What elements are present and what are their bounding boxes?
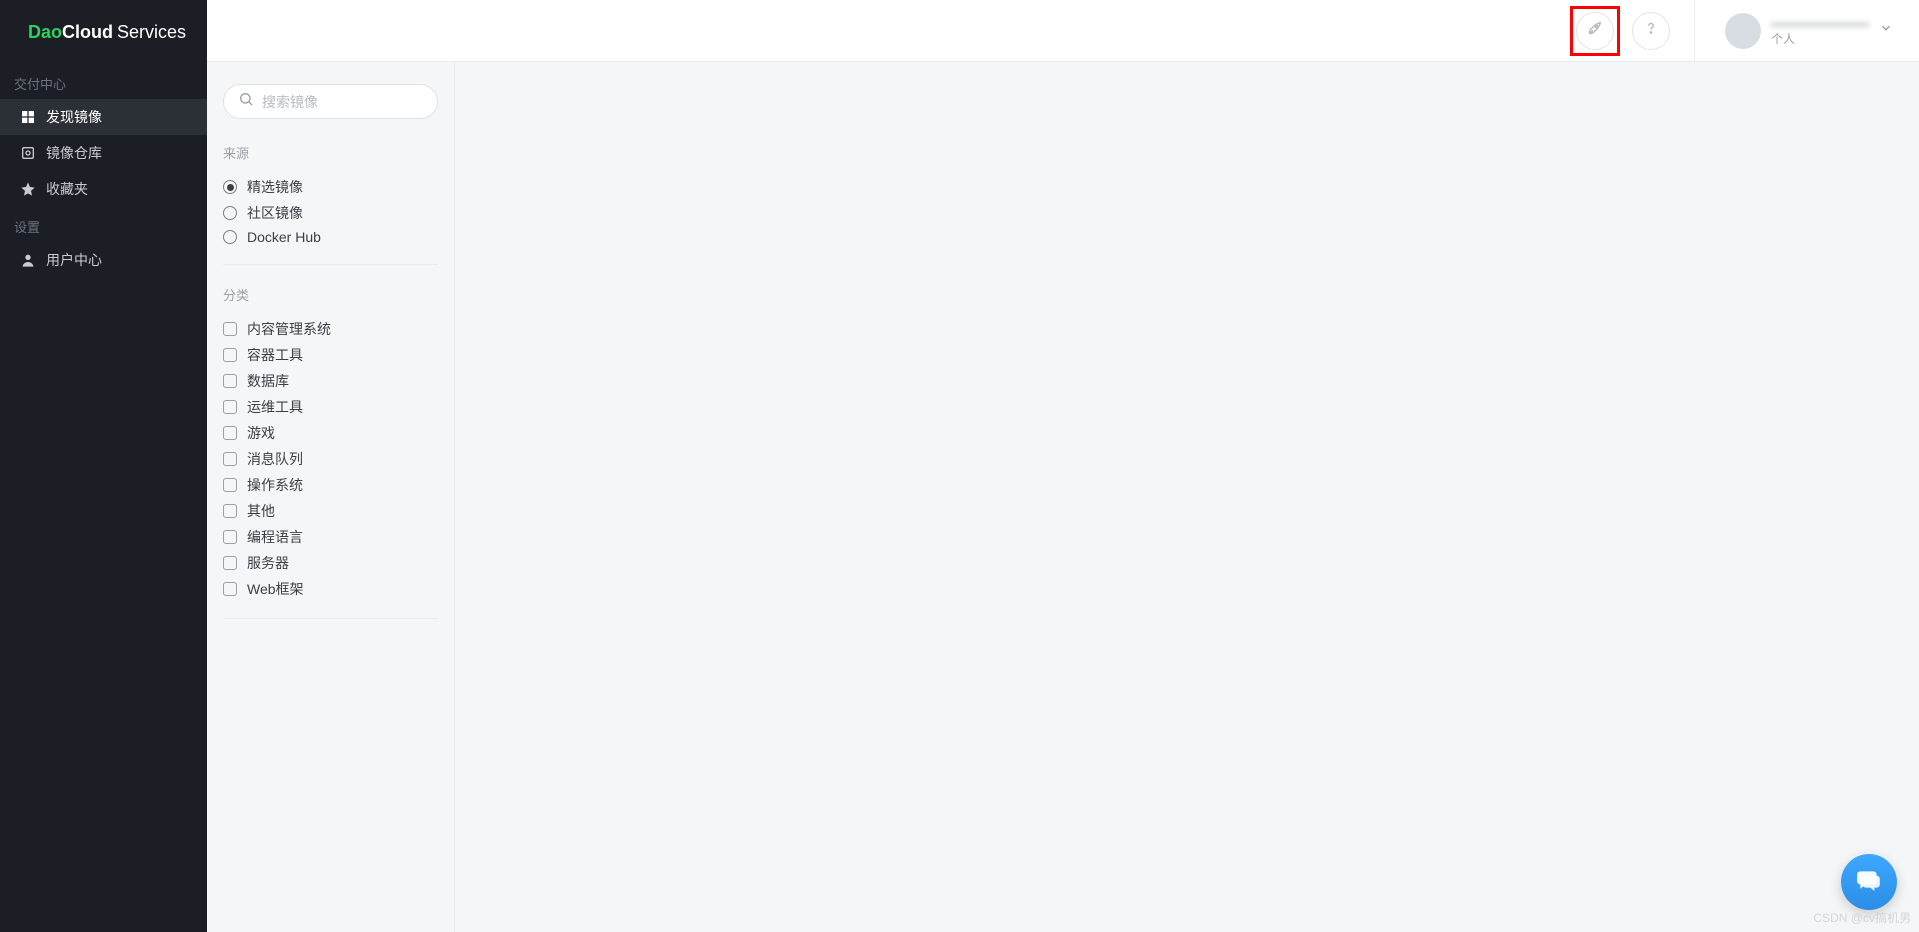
checkbox-icon — [223, 478, 237, 492]
category-option-label: 容器工具 — [247, 345, 303, 365]
avatar — [1725, 13, 1761, 49]
checkbox-icon — [223, 582, 237, 596]
sidebar-item-0-1[interactable]: 镜像仓库 — [0, 135, 207, 171]
checkbox-icon — [223, 426, 237, 440]
category-option-0[interactable]: 内容管理系统 — [223, 316, 438, 342]
checkbox-icon — [223, 530, 237, 544]
divider — [1694, 0, 1695, 62]
logo-cloud: Cloud — [62, 22, 113, 43]
highlight-box — [1570, 6, 1620, 56]
source-option-label: 社区镜像 — [247, 203, 303, 223]
chat-icon — [1856, 867, 1882, 898]
username: ——————— — [1771, 15, 1869, 32]
category-option-label: Web框架 — [247, 579, 304, 599]
main-panel — [455, 62, 1919, 932]
section-header: 设置 — [0, 207, 207, 242]
user-menu[interactable]: ——————— 个人 — [1719, 13, 1899, 49]
grid-icon — [20, 109, 36, 125]
question-icon — [1642, 19, 1660, 42]
category-option-label: 编程语言 — [247, 527, 303, 547]
section-header: 交付中心 — [0, 64, 207, 99]
category-option-6[interactable]: 操作系统 — [223, 472, 438, 498]
header: ——————— 个人 — [207, 0, 1919, 62]
sidebar: DaoCloud Services 交付中心发现镜像镜像仓库收藏夹设置用户中心 — [0, 0, 207, 932]
source-option-1[interactable]: 社区镜像 — [223, 200, 438, 226]
usertype: 个人 — [1771, 32, 1869, 46]
category-option-label: 数据库 — [247, 371, 289, 391]
sidebar-item-0-2[interactable]: 收藏夹 — [0, 171, 207, 207]
category-option-label: 其他 — [247, 501, 275, 521]
watermark: CSDN @cv搞机男 — [1813, 909, 1911, 926]
radio-icon — [223, 180, 237, 194]
category-option-label: 服务器 — [247, 553, 289, 573]
category-option-9[interactable]: 服务器 — [223, 550, 438, 576]
sidebar-item-label: 用户中心 — [46, 250, 102, 270]
sidebar-item-label: 镜像仓库 — [46, 143, 102, 163]
sidebar-item-label: 发现镜像 — [46, 107, 102, 127]
category-option-label: 游戏 — [247, 423, 275, 443]
rocket-icon — [1586, 19, 1604, 42]
search-icon — [238, 91, 262, 112]
category-option-8[interactable]: 编程语言 — [223, 524, 438, 550]
radio-icon — [223, 230, 237, 244]
checkbox-icon — [223, 504, 237, 518]
filter-panel: 来源 精选镜像社区镜像 Docker Hub 分类 内容管理系统容器工具数据库运维… — [207, 62, 455, 932]
help-button[interactable] — [1632, 12, 1670, 50]
category-option-10[interactable]: Web框架 — [223, 576, 438, 602]
disk-icon — [20, 145, 36, 161]
source-option-2[interactable]: Docker Hub — [223, 226, 438, 248]
source-option-0[interactable]: 精选镜像 — [223, 174, 438, 200]
filter-title-source: 来源 — [223, 143, 438, 162]
chat-fab[interactable] — [1841, 854, 1897, 910]
logo[interactable]: DaoCloud Services — [0, 0, 207, 64]
checkbox-icon — [223, 322, 237, 336]
category-option-4[interactable]: 游戏 — [223, 420, 438, 446]
filter-group-category: 分类 内容管理系统容器工具数据库运维工具游戏消息队列操作系统其他编程语言服务器 W… — [223, 285, 438, 619]
category-option-3[interactable]: 运维工具 — [223, 394, 438, 420]
category-option-2[interactable]: 数据库 — [223, 368, 438, 394]
logo-services: Services — [117, 22, 186, 43]
search-input[interactable] — [262, 94, 443, 110]
category-option-label: 运维工具 — [247, 397, 303, 417]
checkbox-icon — [223, 400, 237, 414]
category-option-label: 内容管理系统 — [247, 319, 331, 339]
category-option-5[interactable]: 消息队列 — [223, 446, 438, 472]
sidebar-item-1-0[interactable]: 用户中心 — [0, 242, 207, 278]
filter-title-category: 分类 — [223, 285, 438, 304]
rocket-button[interactable] — [1576, 12, 1614, 50]
category-option-7[interactable]: 其他 — [223, 498, 438, 524]
chevron-down-icon — [1879, 21, 1893, 40]
checkbox-icon — [223, 348, 237, 362]
logo-dao: Dao — [28, 22, 62, 43]
checkbox-icon — [223, 556, 237, 570]
user-icon — [20, 252, 36, 268]
checkbox-icon — [223, 452, 237, 466]
category-option-1[interactable]: 容器工具 — [223, 342, 438, 368]
category-option-label: 消息队列 — [247, 449, 303, 469]
sidebar-item-0-0[interactable]: 发现镜像 — [0, 99, 207, 135]
filter-group-source: 来源 精选镜像社区镜像 Docker Hub — [223, 143, 438, 265]
source-option-label: Docker Hub — [247, 229, 321, 245]
checkbox-icon — [223, 374, 237, 388]
star-icon — [20, 181, 36, 197]
sidebar-item-label: 收藏夹 — [46, 179, 88, 199]
category-option-label: 操作系统 — [247, 475, 303, 495]
radio-icon — [223, 206, 237, 220]
search-box[interactable] — [223, 84, 438, 119]
source-option-label: 精选镜像 — [247, 177, 303, 197]
